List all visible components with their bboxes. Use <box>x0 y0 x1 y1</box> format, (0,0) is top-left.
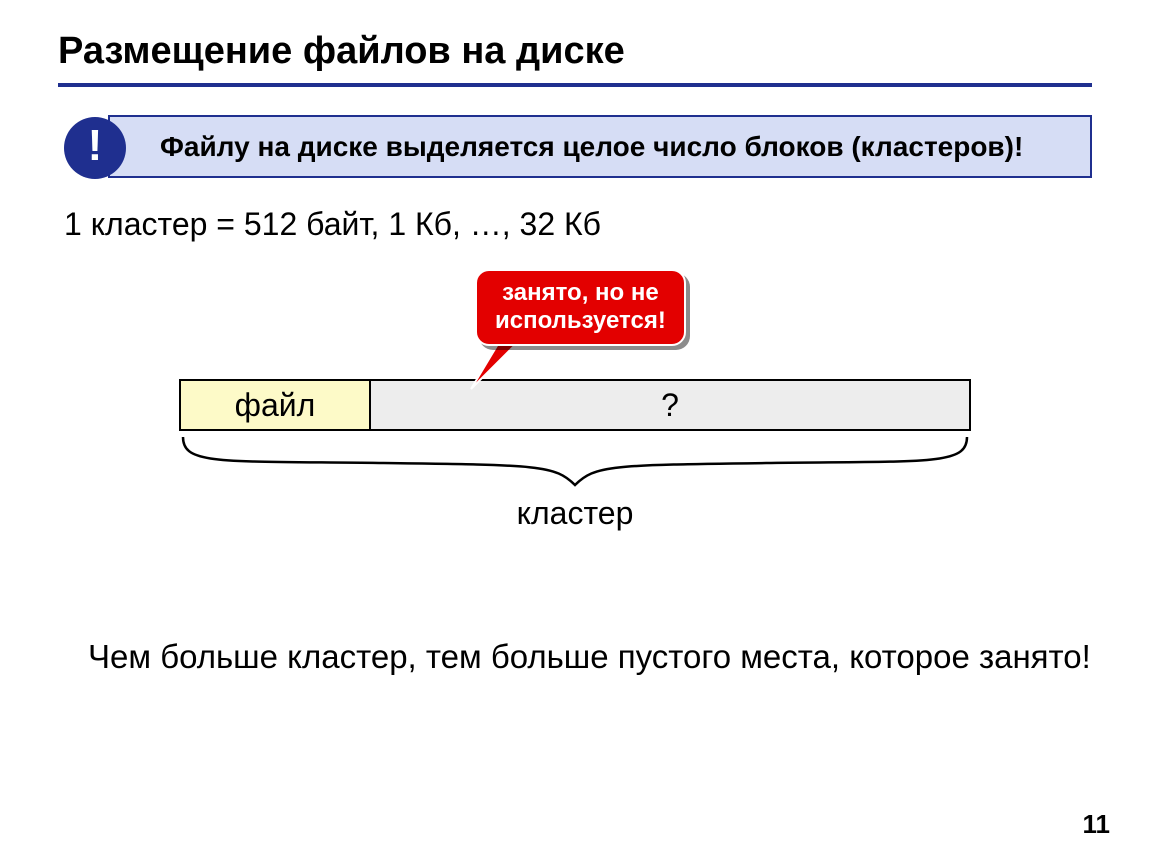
important-callout: ! Файлу на диске выделяется целое число … <box>64 115 1092 178</box>
bubble-line-1: занято, но не <box>502 279 659 306</box>
unused-segment: ? <box>371 381 969 429</box>
callout-text: Файлу на диске выделяется целое число бл… <box>108 115 1092 178</box>
bubble-line-2: используется! <box>495 307 666 334</box>
cluster-bar: файл ? <box>179 379 971 431</box>
conclusion-text: Чем больше кластер, тем больше пустого м… <box>88 636 1092 679</box>
cluster-diagram: занято, но не используется! файл ? класт… <box>179 283 971 436</box>
brace-label: кластер <box>179 495 971 532</box>
title-underline <box>58 83 1092 87</box>
file-segment: файл <box>181 381 371 429</box>
page-number: 11 <box>1083 809 1111 840</box>
curly-brace-icon <box>179 431 971 491</box>
exclamation-icon: ! <box>64 117 126 179</box>
cluster-size-text: 1 кластер = 512 байт, 1 Кб, …, 32 Кб <box>64 206 1092 243</box>
slide-title: Размещение файлов на диске <box>58 30 1092 73</box>
speech-bubble: занято, но не используется! <box>475 269 686 346</box>
